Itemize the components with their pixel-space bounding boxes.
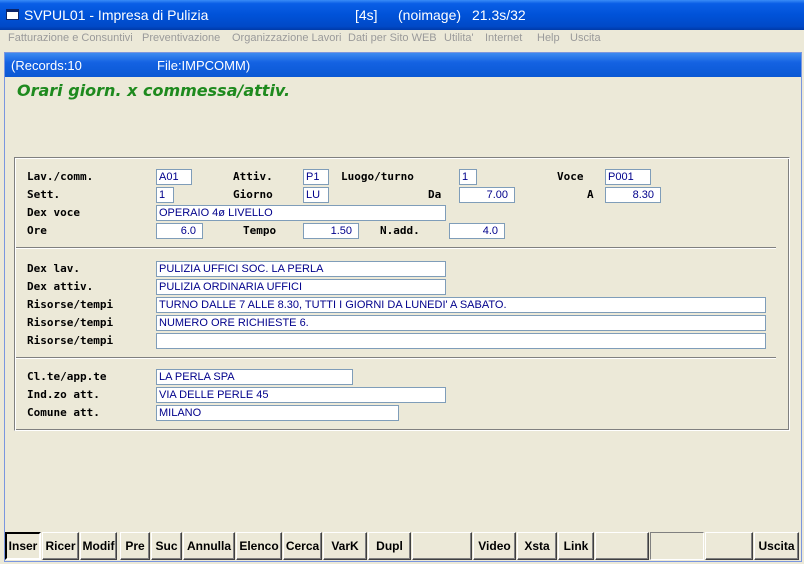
menu-dati-sito-web[interactable]: Dati per Sito WEB	[348, 32, 437, 44]
ricer-button[interactable]: Ricer	[42, 532, 79, 560]
dex-lav-field[interactable]: PULIZIA UFFICI SOC. LA PERLA	[156, 261, 446, 277]
tempo-field[interactable]: 1.50	[303, 223, 359, 239]
menu-fatturazione[interactable]: Fatturazione e Consuntivi	[8, 32, 133, 44]
menu-organizzazione[interactable]: Organizzazione Lavori	[232, 32, 341, 44]
menu-uscita[interactable]: Uscita	[570, 32, 601, 44]
risorse-field-1[interactable]: TURNO DALLE 7 ALLE 8.30, TUTTI I GIORNI …	[156, 297, 766, 313]
label-voce: Voce	[557, 170, 584, 183]
attiv-field[interactable]: P1	[303, 169, 329, 185]
label-tempo: Tempo	[243, 224, 277, 237]
window-app-icon	[6, 9, 19, 20]
label-attiv: Attiv.	[233, 170, 273, 183]
link-button[interactable]: Link	[558, 532, 594, 560]
a-field[interactable]: 8.30	[605, 187, 661, 203]
label-risorse-2: Risorse/tempi	[27, 316, 114, 329]
app-title: SVPUL01 - Impresa di Pulizia	[24, 7, 209, 23]
records-count: (Records:10	[11, 58, 82, 73]
label-indirizzo: Ind.zo att.	[27, 388, 100, 401]
menu-utilita[interactable]: Utilita'	[444, 32, 474, 44]
label-risorse-1: Risorse/tempi	[27, 298, 114, 311]
label-n-add: N.add.	[380, 224, 420, 237]
title-time: 21.3s/32	[472, 7, 526, 23]
da-field[interactable]: 7.00	[459, 187, 515, 203]
voce-field[interactable]: P001	[605, 169, 651, 185]
lav-comm-field[interactable]: A01	[156, 169, 192, 185]
label-cliente: Cl.te/app.te	[27, 370, 107, 383]
dupl-button[interactable]: Dupl	[368, 532, 411, 560]
inser-button[interactable]: Inser	[5, 532, 41, 560]
label-luogo-turno: Luogo/turno	[341, 170, 414, 183]
sett-field[interactable]: 1	[156, 187, 174, 203]
dex-voce-field[interactable]: OPERAIO 4ø LIVELLO	[156, 205, 446, 221]
blank-button-1[interactable]	[412, 532, 472, 560]
blank-button-4[interactable]	[705, 532, 753, 560]
record-status-bar: (Records:10 File:IMPCOMM)	[5, 53, 801, 77]
title-code: [4s]	[355, 7, 378, 23]
elenco-button[interactable]: Elenco	[236, 532, 282, 560]
label-da: Da	[428, 188, 442, 201]
menu-help[interactable]: Help	[537, 32, 560, 44]
label-dex-voce: Dex voce	[27, 206, 80, 219]
label-giorno: Giorno	[233, 188, 273, 201]
separator-1	[16, 247, 776, 249]
cliente-field[interactable]: LA PERLA SPA	[156, 369, 353, 385]
label-sett: Sett.	[27, 188, 61, 201]
blank-button-3[interactable]	[650, 532, 704, 560]
risorse-field-2[interactable]: NUMERO ORE RICHIESTE 6.	[156, 315, 766, 331]
indirizzo-field[interactable]: VIA DELLE PERLE 45	[156, 387, 446, 403]
ore-field[interactable]: 6.0	[156, 223, 203, 239]
xsta-button[interactable]: Xsta	[517, 532, 557, 560]
cerca-button[interactable]: Cerca	[283, 532, 322, 560]
dex-attiv-field[interactable]: PULIZIA ORDINARIA UFFICI	[156, 279, 446, 295]
blank-button-2[interactable]	[595, 532, 649, 560]
label-a: A	[587, 188, 594, 201]
file-name: File:IMPCOMM)	[157, 58, 251, 73]
n-add-field[interactable]: 4.0	[449, 223, 505, 239]
menu-internet[interactable]: Internet	[485, 32, 522, 44]
pre-button[interactable]: Pre	[120, 532, 150, 560]
window-title-bar: SVPUL01 - Impresa di Pulizia [4s] (noima…	[0, 0, 804, 30]
comune-field[interactable]: MILANO	[156, 405, 399, 421]
giorno-field[interactable]: LU	[303, 187, 329, 203]
separator-2	[16, 357, 776, 359]
label-comune: Comune att.	[27, 406, 100, 419]
title-image: (noimage)	[398, 7, 462, 23]
luogo-turno-field[interactable]: 1	[459, 169, 477, 185]
risorse-field-3[interactable]	[156, 333, 766, 349]
form-title: Orari giorn. x commessa/attiv.	[17, 81, 291, 100]
label-lav-comm: Lav./comm.	[27, 170, 94, 183]
annulla-button[interactable]: Annulla	[183, 532, 235, 560]
menu-bar: Fatturazione e Consuntivi Preventivazion…	[0, 30, 804, 48]
label-ore: Ore	[27, 224, 47, 237]
label-dex-attiv: Dex attiv.	[27, 280, 94, 293]
label-risorse-3: Risorse/tempi	[27, 334, 114, 347]
modif-button[interactable]: Modif	[80, 532, 117, 560]
suc-button[interactable]: Suc	[151, 532, 182, 560]
video-button[interactable]: Video	[473, 532, 516, 560]
label-dex-lav: Dex lav.	[27, 262, 80, 275]
menu-preventivazione[interactable]: Preventivazione	[142, 32, 220, 44]
uscita-button[interactable]: Uscita	[754, 532, 799, 560]
vark-button[interactable]: VarK	[323, 532, 367, 560]
